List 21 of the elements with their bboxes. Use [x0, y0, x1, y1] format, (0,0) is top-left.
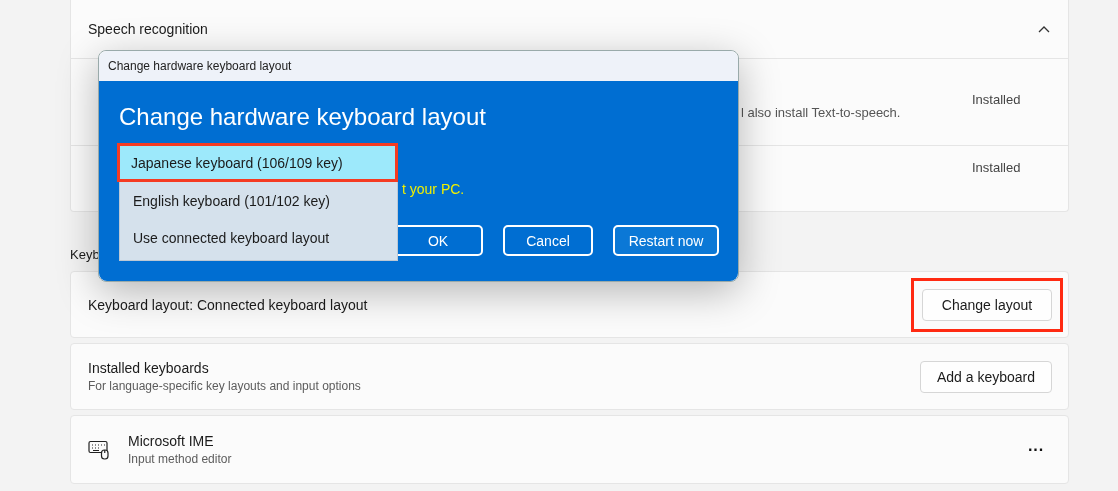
dialog-message: t your PC. [402, 181, 465, 197]
setting-label: Keyboard layout: Connected keyboard layout [88, 296, 369, 313]
dialog-button[interactable]: Restart now [613, 225, 719, 256]
chevron-icon[interactable] [1038, 25, 1050, 33]
keyboard-name: Microsoft IME [128, 433, 215, 449]
window-title: Change hardware keyboard layout [108, 59, 292, 73]
status-text: Installed [972, 91, 1022, 107]
status-text: Installed [972, 160, 1022, 175]
setting-title: Installed keyboards [88, 360, 210, 376]
add-keyboard-button[interactable]: Add a keyboard [919, 360, 1052, 393]
dialog-heading: Change hardware keyboard layout [119, 103, 486, 131]
keyboard-icon [88, 439, 110, 460]
dropdown-option[interactable]: Japanese keyboard (106/109 key) [117, 143, 398, 182]
keyboard-description: Input method editor [128, 452, 233, 466]
change-layout-button[interactable]: Change layout [922, 288, 1052, 321]
dropdown-option[interactable]: English keyboard (101/102 key) [120, 182, 397, 219]
more-options-button[interactable]: ··· [1022, 436, 1050, 463]
dialog-button[interactable]: Cancel [503, 225, 593, 256]
section-title: Speech recognition [88, 21, 208, 37]
setting-subtitle: For language-specific key layouts and input options [88, 379, 362, 393]
row-description: l also install Text-to-speech. [741, 105, 901, 120]
